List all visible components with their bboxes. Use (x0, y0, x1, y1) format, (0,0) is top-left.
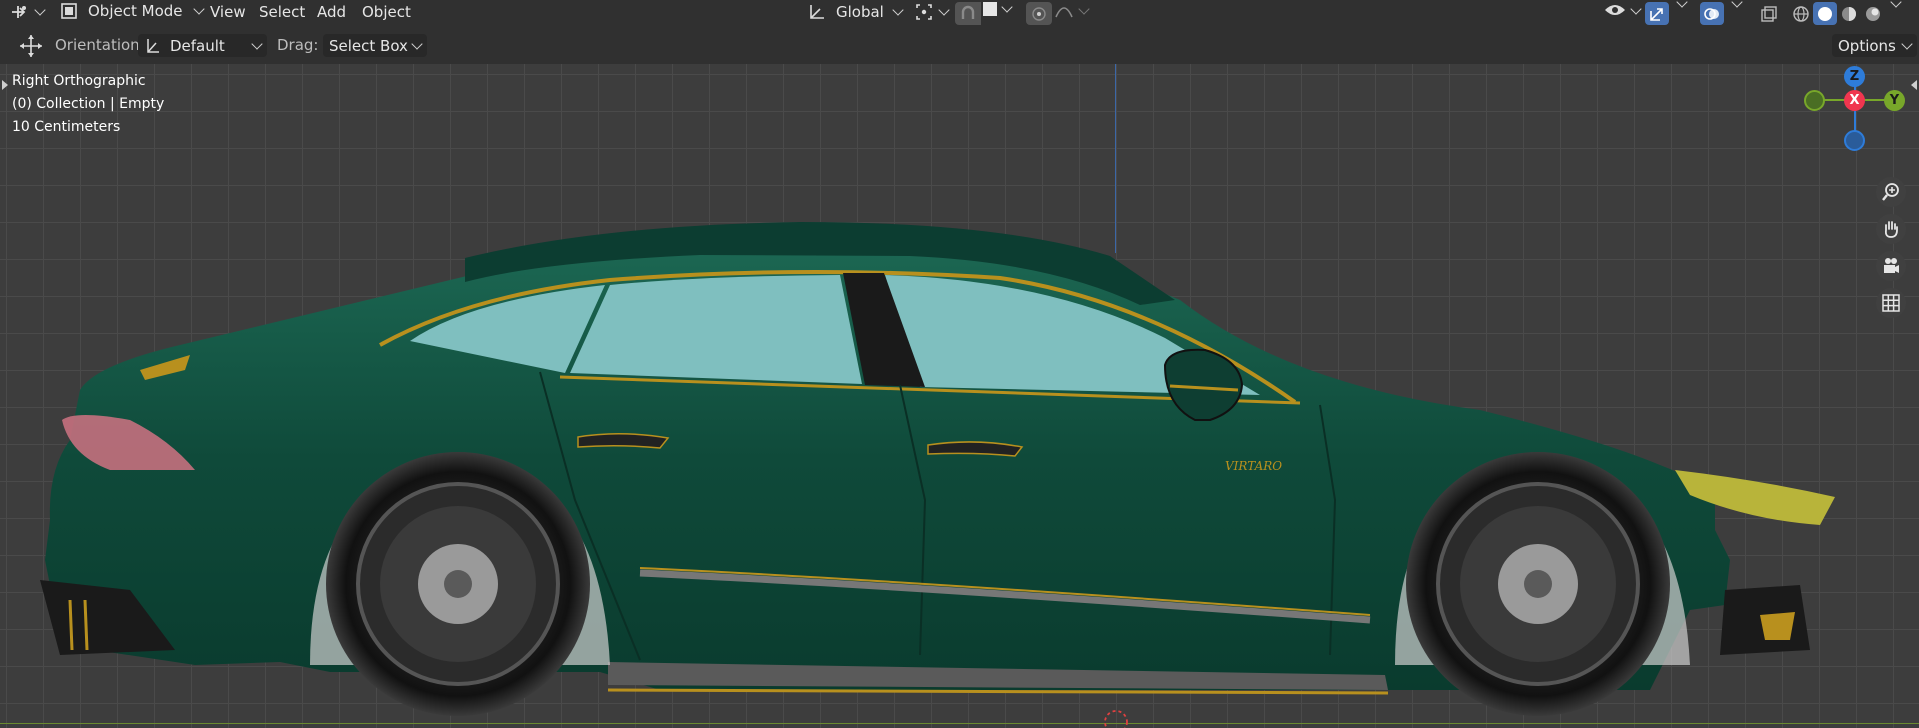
pan-icon (1884, 221, 1898, 238)
car-model[interactable]: VIRTARO (0, 64, 1919, 728)
3d-viewport[interactable]: Right Orthographic (0) Collection | Empt… (0, 64, 1919, 728)
menu-select[interactable]: Select (259, 3, 305, 21)
material-icon (1842, 6, 1856, 21)
overlay-dropdown[interactable] (1727, 0, 1743, 8)
rear-wheel (326, 452, 590, 716)
menu-object[interactable]: Object (362, 3, 411, 21)
gizmo-x-axis[interactable]: X (1844, 90, 1865, 111)
front-wheel (1406, 452, 1670, 716)
gizmo-icon (1650, 7, 1663, 21)
gizmo-toggle[interactable] (1645, 2, 1669, 25)
gizmo-dropdown[interactable] (1672, 0, 1688, 8)
navigation-gizmo[interactable]: Z X Y (1804, 64, 1905, 160)
front-intake-accent (1760, 612, 1795, 640)
rendered-icon (1866, 6, 1880, 21)
rear-door-window (570, 275, 862, 384)
visibility-dropdown[interactable] (1604, 2, 1642, 20)
snap-target-dropdown[interactable] (983, 1, 1013, 16)
orientation-dropdown[interactable]: Default (138, 34, 267, 57)
menu-add[interactable]: Add (317, 3, 346, 21)
rendered-shading-button[interactable] (1861, 2, 1885, 25)
solid-icon (1818, 6, 1832, 21)
tool-settings-bar: Orientation: Default Drag: Select Box Op… (0, 27, 1919, 64)
3d-cursor[interactable] (1104, 710, 1128, 728)
editor-type-button[interactable] (10, 2, 46, 22)
solid-shading-button[interactable] (1813, 2, 1837, 25)
grid-icon (1882, 294, 1900, 312)
wireframe-icon (1793, 5, 1809, 22)
viewport-header: Object Mode View Select Add Object Globa… (0, 0, 1919, 27)
front-door-handle[interactable] (927, 441, 1024, 457)
object-mode-icon (61, 3, 77, 19)
material-shading-button[interactable] (1837, 2, 1861, 25)
gizmo-neg-z-axis[interactable] (1844, 130, 1865, 151)
orientation-icon (147, 38, 159, 53)
zoom-button[interactable] (1876, 177, 1906, 207)
object-mode-dropdown[interactable]: Object Mode (60, 2, 205, 20)
gizmo-neg-y-axis[interactable] (1804, 90, 1825, 111)
camera-view-button[interactable] (1876, 251, 1906, 281)
overlay-toggle[interactable] (1700, 2, 1724, 25)
camera-icon (1884, 258, 1899, 273)
proportional-icon (1032, 6, 1046, 21)
falloff-icon (1055, 7, 1073, 18)
move-tool-icon (20, 35, 42, 57)
overlay-icon (1704, 7, 1719, 20)
orientation-value: Default (170, 36, 225, 55)
pivot-icon (916, 4, 932, 20)
drag-label: Drag: (277, 36, 319, 54)
rear-door-handle[interactable] (577, 433, 670, 449)
mode-label: Object Mode (88, 2, 183, 20)
options-label: Options (1838, 36, 1896, 55)
menu-view[interactable]: View (210, 3, 246, 21)
pivot-point-dropdown[interactable] (914, 2, 950, 22)
zoom-icon (1882, 183, 1899, 201)
side-skirt-trim (607, 688, 1389, 695)
snap-icon (961, 5, 975, 19)
transform-orientation-dropdown[interactable]: Global (807, 2, 904, 22)
shading-dropdown[interactable] (1886, 0, 1902, 8)
drag-dropdown[interactable]: Select Box (323, 34, 427, 57)
wireframe-shading-button[interactable] (1789, 2, 1813, 25)
options-dropdown[interactable]: Options (1832, 34, 1917, 57)
drag-value: Select Box (329, 36, 408, 55)
transform-orientation-label: Global (836, 3, 884, 21)
snap-target-icon (983, 2, 997, 16)
editor-type-icon (12, 6, 26, 18)
gizmo-y-axis[interactable]: Y (1884, 90, 1905, 111)
gizmo-z-axis[interactable]: Z (1844, 66, 1865, 87)
perspective-toggle-button[interactable] (1876, 288, 1906, 318)
active-tool-indicator[interactable] (18, 33, 44, 59)
transform-orientation-icon (810, 5, 824, 19)
car-badge: VIRTARO (1225, 459, 1282, 473)
proportional-editing-toggle[interactable] (1026, 2, 1052, 25)
xray-icon (1761, 5, 1777, 22)
snap-toggle[interactable] (955, 2, 981, 25)
proportional-falloff-dropdown[interactable] (1054, 2, 1090, 20)
orientation-label: Orientation: (55, 36, 145, 54)
xray-toggle[interactable] (1757, 2, 1781, 25)
visibility-icon (1605, 5, 1625, 15)
pan-button[interactable] (1876, 214, 1906, 244)
